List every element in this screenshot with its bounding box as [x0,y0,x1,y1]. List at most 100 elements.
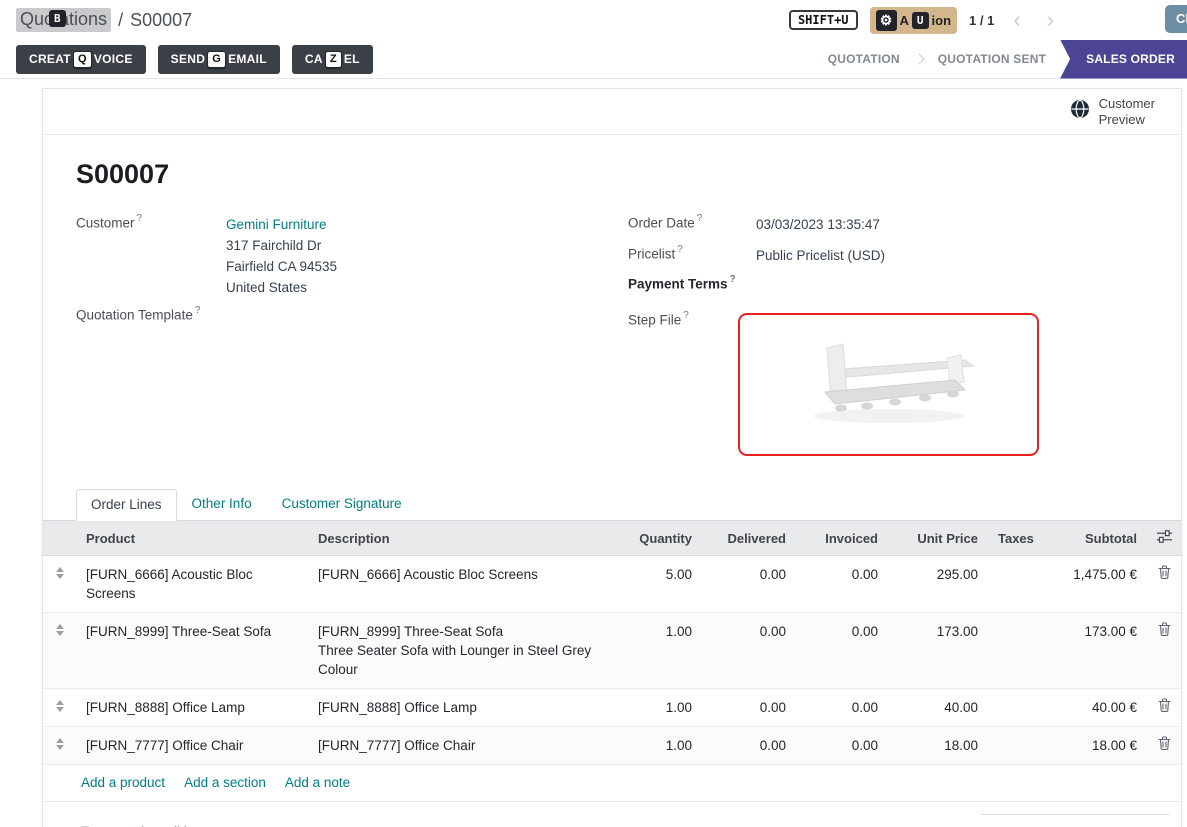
col-invoiced: Invoiced [796,521,888,556]
terms-placeholder[interactable]: Terms and conditions... [81,814,220,827]
order-line-row[interactable]: [FURN_8888] Office Lamp[FURN_8888] Offic… [43,689,1181,727]
cell-quantity[interactable]: 5.00 [610,556,702,613]
action-buttons: CREATQVOICE SEND G EMAIL CAZEL [16,45,373,74]
cell-subtotal: 40.00 € [1034,689,1147,727]
col-quantity: Quantity [610,521,702,556]
shortcut-hint-badge: B [49,10,66,27]
cell-quantity[interactable]: 1.00 [610,727,702,765]
form-sheet: Customer Preview S00007 Customer? Gemini… [42,88,1182,827]
pricelist-value[interactable]: Public Pricelist (USD) [756,245,885,266]
customer-value: Gemini Furniture 317 Fairchild Dr Fairfi… [226,214,337,298]
action-menu-button[interactable]: ⚙ A U ion [870,7,958,34]
pager-next-button[interactable]: › [1040,10,1061,30]
cell-description[interactable]: [FURN_8888] Office Lamp [308,689,610,727]
cell-unit-price[interactable]: 173.00 [888,613,988,689]
cell-unit-price[interactable]: 18.00 [888,727,988,765]
drag-handle-icon[interactable] [43,689,76,727]
cell-delivered[interactable]: 0.00 [702,727,796,765]
cell-description[interactable]: [FURN_6666] Acoustic Bloc Screens [308,556,610,613]
sheet-header: Customer Preview [43,89,1181,135]
corner-button[interactable]: Cl [1165,5,1187,33]
delete-line-button[interactable] [1147,689,1181,727]
cell-invoiced[interactable]: 0.00 [796,556,888,613]
order-line-row[interactable]: [FURN_7777] Office Chair[FURN_7777] Offi… [43,727,1181,765]
notebook-tabs: Order Lines Other Info Customer Signatur… [43,488,1181,521]
pager-prev-button[interactable]: ‹ [1006,10,1027,30]
drag-handle-icon[interactable] [43,727,76,765]
tab-other-info[interactable]: Other Info [177,488,267,520]
delete-line-button[interactable] [1147,727,1181,765]
action-label-fragment: ion [932,13,952,28]
cell-invoiced[interactable]: 0.00 [796,689,888,727]
optional-columns-button[interactable] [1147,521,1181,556]
help-icon: ? [730,274,736,285]
step-file-annotation-box [738,313,1039,456]
cell-taxes[interactable] [988,556,1034,613]
col-delivered: Delivered [702,521,796,556]
record-title: S00007 [76,159,1181,190]
tab-customer-signature[interactable]: Customer Signature [267,488,417,520]
add-section-link[interactable]: Add a section [184,775,266,790]
cell-subtotal: 18.00 € [1034,727,1147,765]
breadcrumb-quotations-link[interactable]: Quotations B [16,8,111,32]
cell-product[interactable]: [FURN_6666] Acoustic Bloc Screens [76,556,308,613]
topbar-right-controls: SHIFT+U ⚙ A U ion 1 / 1 ‹ › [789,7,1171,34]
send-email-button[interactable]: SEND G EMAIL [158,45,280,74]
cell-quantity[interactable]: 1.00 [610,689,702,727]
sheet-bottom: Terms and conditions... Total: 1,706.00 … [43,802,1181,827]
status-step-quotation[interactable]: QUOTATION [814,52,914,66]
optional-columns-icon [1157,530,1172,543]
order-line-row[interactable]: [FURN_8999] Three-Seat Sofa[FURN_8999] T… [43,613,1181,689]
customer-link[interactable]: Gemini Furniture [226,214,337,235]
order-date-label: Order Date? [628,214,702,231]
customer-address-line: 317 Fairchild Dr [226,235,337,256]
order-date-value[interactable]: 03/03/2023 13:35:47 [756,214,880,235]
cell-quantity[interactable]: 1.00 [610,613,702,689]
action-label-fragment: A [900,13,909,28]
cell-product[interactable]: [FURN_7777] Office Chair [76,727,308,765]
cell-subtotal: 1,475.00 € [1034,556,1147,613]
cell-product[interactable]: [FURN_8888] Office Lamp [76,689,308,727]
col-subtotal: Subtotal [1034,521,1147,556]
customer-label: Customer? [76,214,142,231]
tab-order-lines[interactable]: Order Lines [76,489,177,521]
cell-unit-price[interactable]: 40.00 [888,689,988,727]
order-line-row[interactable]: [FURN_6666] Acoustic Bloc Screens[FURN_6… [43,556,1181,613]
cell-taxes[interactable] [988,689,1034,727]
trash-icon [1158,736,1171,750]
gear-icon: ⚙ [876,10,897,31]
status-step-quotation-sent[interactable]: QUOTATION SENT [924,52,1060,66]
cell-description[interactable]: [FURN_7777] Office Chair [308,727,610,765]
step-file-label: Step File? [628,311,689,328]
breadcrumb-separator: / [118,10,123,31]
cancel-button[interactable]: CAZEL [292,45,373,74]
cell-delivered[interactable]: 0.00 [702,613,796,689]
col-taxes: Taxes [988,521,1034,556]
action-bar: CREATQVOICE SEND G EMAIL CAZEL QUOTATION QU… [0,40,1187,79]
status-step-sales-order[interactable]: SALES ORDER [1060,40,1187,79]
cell-delivered[interactable]: 0.00 [702,689,796,727]
drag-handle-icon[interactable] [43,613,76,689]
col-description: Description [308,521,610,556]
status-separator-icon [913,53,924,64]
help-icon: ? [677,244,683,255]
drag-handle-icon[interactable] [43,556,76,613]
cell-unit-price[interactable]: 295.00 [888,556,988,613]
cell-taxes[interactable] [988,727,1034,765]
cell-delivered[interactable]: 0.00 [702,556,796,613]
customer-preview-button[interactable]: Customer Preview [1070,96,1155,128]
add-product-link[interactable]: Add a product [81,775,165,790]
create-invoice-button[interactable]: CREATQVOICE [16,45,146,74]
add-note-link[interactable]: Add a note [285,775,350,790]
delete-line-button[interactable] [1147,556,1181,613]
cell-description[interactable]: [FURN_8999] Three-Seat SofaThree Seater … [308,613,610,689]
cell-invoiced[interactable]: 0.00 [796,613,888,689]
cell-taxes[interactable] [988,613,1034,689]
delete-line-button[interactable] [1147,613,1181,689]
cell-invoiced[interactable]: 0.00 [796,727,888,765]
cell-product[interactable]: [FURN_8999] Three-Seat Sofa [76,613,308,689]
customer-preview-label: Customer Preview [1099,96,1155,128]
pricelist-label: Pricelist? [628,245,683,262]
totals-block: Total: 1,706.00 € [980,814,1170,827]
help-icon: ? [137,213,143,224]
